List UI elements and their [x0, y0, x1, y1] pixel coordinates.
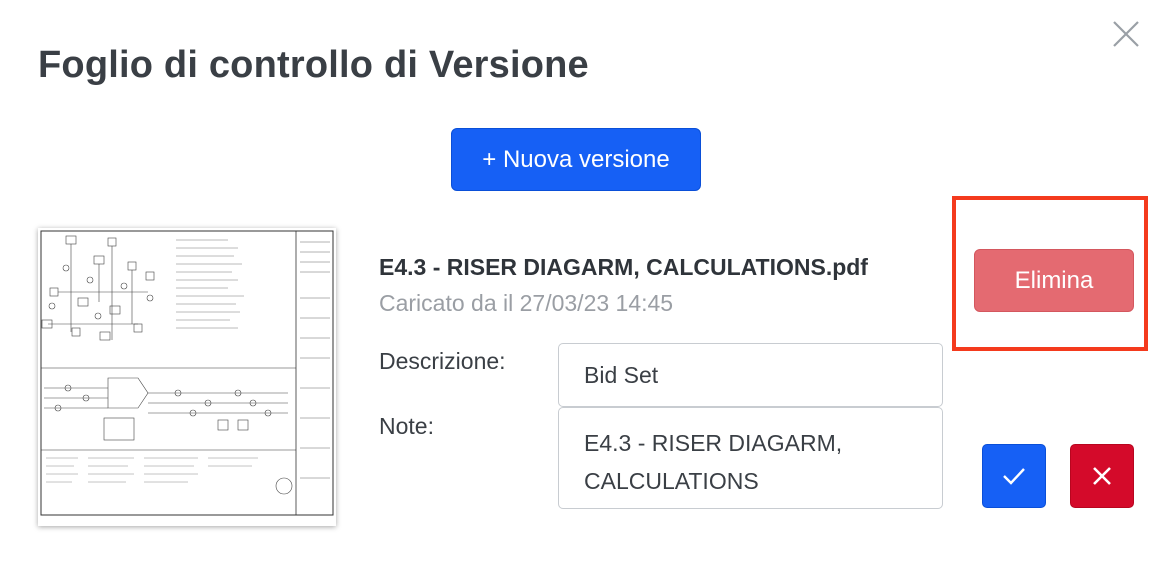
- uploaded-info: Caricato da il 27/03/23 14:45: [379, 290, 674, 316]
- document-thumbnail[interactable]: [38, 228, 336, 526]
- check-icon: [1003, 468, 1025, 485]
- description-input[interactable]: Bid Set: [558, 343, 943, 407]
- cancel-button[interactable]: [1070, 444, 1134, 508]
- drawing-preview: [40, 230, 334, 516]
- x-icon: [1093, 467, 1111, 485]
- delete-button[interactable]: Elimina: [974, 249, 1134, 312]
- note-label: Note:: [379, 413, 434, 439]
- note-textarea[interactable]: E4.3 - RISER DIAGARM, CALCULATIONS: [558, 407, 943, 509]
- close-icon[interactable]: [1110, 18, 1142, 50]
- description-label: Descrizione:: [379, 348, 506, 374]
- confirm-button[interactable]: [982, 444, 1046, 508]
- file-name[interactable]: E4.3 - RISER DIAGARM, CALCULATIONS.pdf: [379, 254, 868, 281]
- dialog-title: Foglio di controllo di Versione: [38, 44, 589, 86]
- new-version-button[interactable]: + Nuova versione: [451, 128, 701, 191]
